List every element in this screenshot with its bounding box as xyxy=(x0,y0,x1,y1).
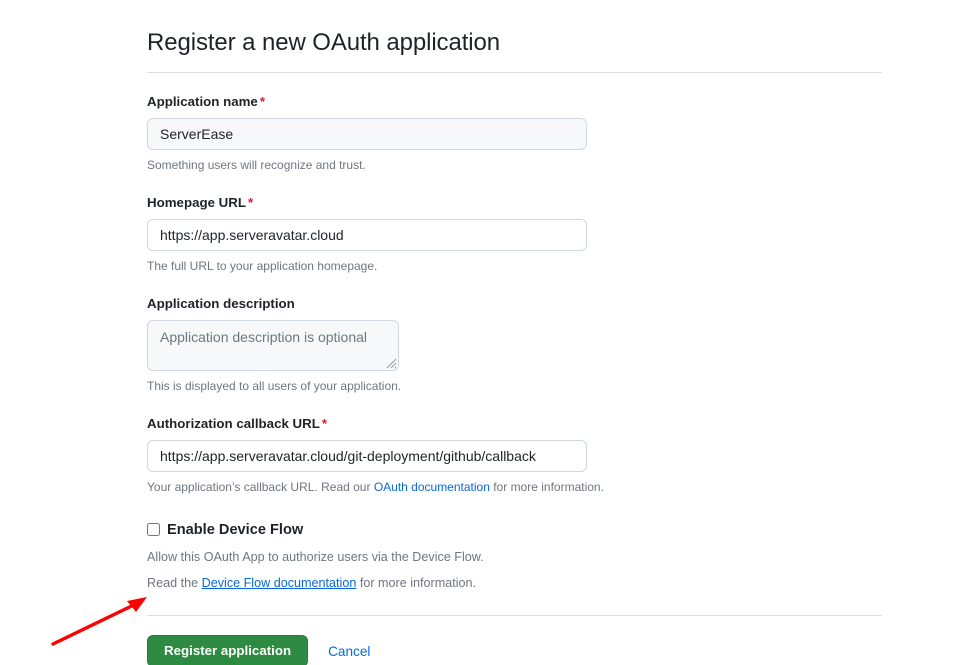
callback-url-help: Your application’s callback URL. Read ou… xyxy=(147,478,882,496)
oauth-documentation-link[interactable]: OAuth documentation xyxy=(374,480,490,494)
application-name-label-text: Application name xyxy=(147,94,258,109)
page-title: Register a new OAuth application xyxy=(147,28,882,72)
enable-device-flow-label[interactable]: Enable Device Flow xyxy=(167,520,303,540)
required-asterisk-icon: * xyxy=(260,94,265,109)
homepage-url-label-text: Homepage URL xyxy=(147,195,246,210)
register-oauth-app-form: Register a new OAuth application Applica… xyxy=(147,28,882,665)
device-flow-help-line1: Allow this OAuth App to authorize users … xyxy=(147,548,882,568)
cancel-link[interactable]: Cancel xyxy=(328,644,370,659)
application-name-label: Application name* xyxy=(147,92,882,112)
field-application-description: Application description Application desc… xyxy=(147,294,882,395)
device-flow-row: Enable Device Flow xyxy=(147,520,882,540)
field-application-name: Application name* Something users will r… xyxy=(147,92,882,174)
device-flow-help-suffix: for more information. xyxy=(356,576,476,590)
callback-url-input[interactable] xyxy=(147,440,587,472)
register-application-button[interactable]: Register application xyxy=(147,635,308,665)
device-flow-documentation-link[interactable]: Device Flow documentation xyxy=(202,576,357,590)
title-divider xyxy=(147,72,882,73)
homepage-url-input[interactable] xyxy=(147,219,587,251)
homepage-url-label: Homepage URL* xyxy=(147,193,882,213)
application-description-placeholder: Application description is optional xyxy=(160,329,367,345)
field-authorization-callback-url: Authorization callback URL* Your applica… xyxy=(147,414,882,496)
callback-url-help-prefix: Your application’s callback URL. Read ou… xyxy=(147,480,374,494)
oauth-app-registration-page: Register a new OAuth application Applica… xyxy=(0,0,976,665)
callback-url-help-suffix: for more information. xyxy=(490,480,604,494)
form-actions: Register application Cancel xyxy=(147,635,882,665)
required-asterisk-icon: * xyxy=(248,195,253,210)
callback-url-label-text: Authorization callback URL xyxy=(147,416,320,431)
resize-grip-icon xyxy=(386,358,397,369)
actions-divider xyxy=(147,615,882,616)
field-homepage-url: Homepage URL* The full URL to your appli… xyxy=(147,193,882,275)
application-name-help: Something users will recognize and trust… xyxy=(147,156,882,174)
application-name-input[interactable] xyxy=(147,118,587,150)
application-description-textarea[interactable]: Application description is optional xyxy=(147,320,399,371)
annotation-arrow-icon xyxy=(48,588,158,650)
homepage-url-help: The full URL to your application homepag… xyxy=(147,257,882,275)
device-flow-help-prefix: Read the xyxy=(147,576,202,590)
application-description-label: Application description xyxy=(147,294,882,314)
enable-device-flow-checkbox[interactable] xyxy=(147,523,160,536)
application-description-help: This is displayed to all users of your a… xyxy=(147,377,882,395)
callback-url-label: Authorization callback URL* xyxy=(147,414,882,434)
device-flow-help-line2: Read the Device Flow documentation for m… xyxy=(147,574,882,594)
required-asterisk-icon: * xyxy=(322,416,327,431)
